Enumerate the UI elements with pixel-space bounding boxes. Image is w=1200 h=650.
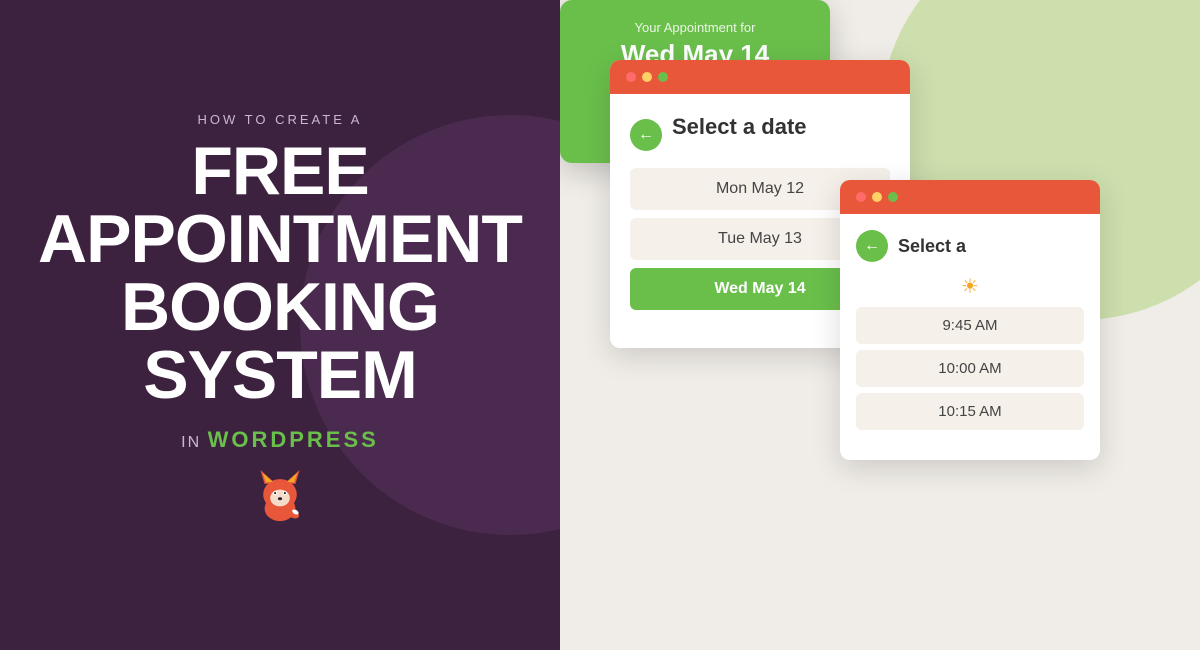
dot-yellow bbox=[642, 72, 652, 82]
fox-logo bbox=[38, 463, 522, 538]
back-button2[interactable]: ← bbox=[856, 230, 888, 262]
left-content: HOW TO CREATE A FREE APPOINTMENT BOOKING… bbox=[0, 112, 560, 538]
in-text: IN bbox=[181, 434, 201, 451]
back-arrow-icon2: ← bbox=[864, 237, 880, 255]
title-line4: SYSTEM bbox=[38, 341, 522, 409]
main-title: FREE APPOINTMENT BOOKING SYSTEM bbox=[38, 137, 522, 409]
sun-icon: ☀ bbox=[856, 274, 1084, 299]
right-panel: ← Select a date Mon May 12 Tue May 13 We… bbox=[560, 0, 1200, 650]
card2-header-row: ← Select a bbox=[856, 230, 1084, 262]
dot-red bbox=[626, 72, 636, 82]
time-row-2[interactable]: 10:00 AM bbox=[856, 350, 1084, 387]
fox-icon bbox=[245, 463, 315, 533]
left-panel: HOW TO CREATE A FREE APPOINTMENT BOOKING… bbox=[0, 0, 560, 650]
dot-red2 bbox=[856, 192, 866, 202]
time-selector-card: ← Select a ☀ 9:45 AM 10:00 AM 10:15 AM bbox=[840, 180, 1100, 460]
wordpress-label: WORDPRESS bbox=[208, 427, 379, 452]
dot-yellow2 bbox=[872, 192, 882, 202]
title-line1: FREE bbox=[38, 137, 522, 205]
dot-green2 bbox=[888, 192, 898, 202]
booked-subtitle: Your Appointment for bbox=[580, 20, 810, 35]
card1-header bbox=[610, 60, 910, 94]
back-arrow-icon: ← bbox=[638, 126, 654, 144]
time-row-3[interactable]: 10:15 AM bbox=[856, 393, 1084, 430]
card2-body: ← Select a ☀ 9:45 AM 10:00 AM 10:15 AM bbox=[840, 214, 1100, 460]
how-to-label: HOW TO CREATE A bbox=[38, 112, 522, 127]
card2-title: Select a bbox=[898, 236, 966, 257]
title-line3: BOOKING bbox=[38, 273, 522, 341]
card2-header bbox=[840, 180, 1100, 214]
in-label: IN WORDPRESS bbox=[38, 427, 522, 453]
card1-title: Select a date bbox=[672, 114, 807, 140]
dot-green-header bbox=[658, 72, 668, 82]
title-line2: APPOINTMENT bbox=[38, 205, 522, 273]
time-row-1[interactable]: 9:45 AM bbox=[856, 307, 1084, 344]
back-button[interactable]: ← bbox=[630, 119, 662, 151]
